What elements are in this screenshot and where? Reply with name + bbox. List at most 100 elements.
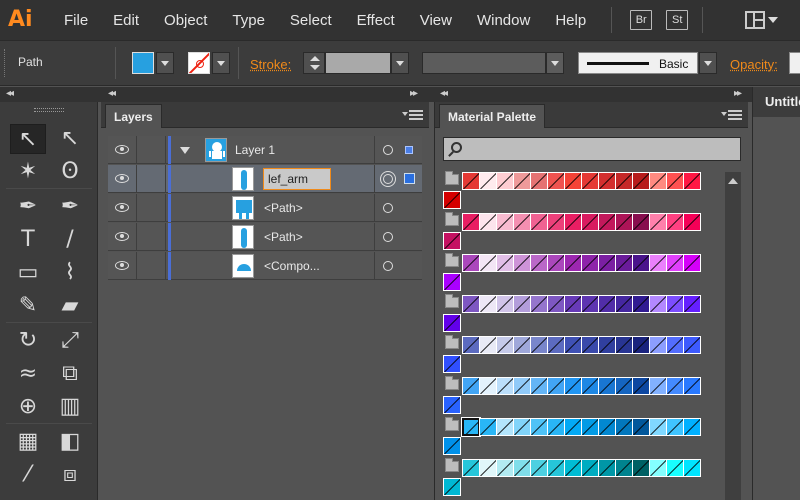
- color-swatch[interactable]: [564, 336, 582, 354]
- color-swatch[interactable]: [530, 418, 548, 436]
- visibility-toggle[interactable]: [108, 165, 137, 193]
- color-swatch[interactable]: [513, 336, 531, 354]
- color-swatch[interactable]: [513, 213, 531, 231]
- stroke-label[interactable]: Stroke:: [250, 57, 291, 72]
- color-swatch[interactable]: [479, 213, 497, 231]
- target-cell[interactable]: [374, 252, 422, 280]
- color-swatch[interactable]: [632, 254, 650, 272]
- color-swatch[interactable]: [666, 336, 684, 354]
- layer-row-parent[interactable]: Layer 1: [108, 136, 422, 164]
- eraser-tool[interactable]: ▰: [52, 291, 88, 321]
- color-swatch[interactable]: [462, 377, 480, 395]
- color-swatch[interactable]: [666, 459, 684, 477]
- color-swatch[interactable]: [666, 254, 684, 272]
- color-swatch[interactable]: [547, 459, 565, 477]
- color-swatch[interactable]: [683, 254, 701, 272]
- menu-edit[interactable]: Edit: [113, 12, 139, 29]
- color-swatch[interactable]: [649, 336, 667, 354]
- pen-tool[interactable]: ✒: [10, 192, 46, 222]
- color-swatch[interactable]: [479, 336, 497, 354]
- color-swatch[interactable]: [479, 172, 497, 190]
- panel-menu-icon[interactable]: [721, 110, 742, 120]
- visibility-toggle[interactable]: [108, 223, 137, 251]
- folder-icon[interactable]: [445, 376, 459, 390]
- line-segment-tool[interactable]: /: [52, 225, 88, 255]
- color-swatch[interactable]: [513, 377, 531, 395]
- menu-type[interactable]: Type: [232, 12, 265, 29]
- folder-icon[interactable]: [445, 417, 459, 431]
- color-swatch[interactable]: [530, 336, 548, 354]
- stroke-weight-stepper[interactable]: [303, 52, 325, 74]
- color-swatch[interactable]: [649, 172, 667, 190]
- color-swatch[interactable]: [615, 295, 633, 313]
- selection-indicator-icon[interactable]: [404, 173, 415, 184]
- color-swatch[interactable]: [547, 377, 565, 395]
- color-swatch[interactable]: [666, 377, 684, 395]
- folder-icon[interactable]: [445, 458, 459, 472]
- color-swatch[interactable]: [513, 295, 531, 313]
- folder-icon[interactable]: [445, 294, 459, 308]
- color-swatch[interactable]: [530, 295, 548, 313]
- brush-definition-field[interactable]: Basic: [578, 52, 698, 74]
- color-swatch[interactable]: [564, 172, 582, 190]
- lock-toggle[interactable]: [137, 252, 166, 280]
- visibility-toggle[interactable]: [108, 194, 137, 222]
- lasso-tool[interactable]: ʘ: [52, 157, 88, 187]
- target-cell[interactable]: [374, 194, 422, 222]
- magic-wand-tool[interactable]: ✶: [10, 157, 46, 187]
- color-swatch[interactable]: [479, 459, 497, 477]
- color-swatch[interactable]: [598, 295, 616, 313]
- color-swatch[interactable]: [598, 213, 616, 231]
- folder-icon[interactable]: [445, 171, 459, 185]
- color-swatch[interactable]: [564, 459, 582, 477]
- collapse-arrows-icon[interactable]: ◂◂: [6, 88, 14, 99]
- color-swatch[interactable]: [649, 377, 667, 395]
- rectangle-tool[interactable]: ▭: [10, 258, 46, 288]
- color-swatch[interactable]: [462, 213, 480, 231]
- target-icon[interactable]: [380, 171, 396, 187]
- color-swatch[interactable]: [615, 459, 633, 477]
- color-swatch[interactable]: [683, 459, 701, 477]
- blend-tool[interactable]: ⧈: [52, 460, 88, 490]
- layer-row[interactable]: lef_arm: [108, 165, 422, 193]
- lock-toggle[interactable]: [137, 223, 166, 251]
- lock-toggle[interactable]: [137, 194, 166, 222]
- color-swatch[interactable]: [443, 396, 461, 414]
- color-swatch[interactable]: [443, 355, 461, 373]
- width-tool[interactable]: ≈: [10, 359, 46, 389]
- eyedropper-tool[interactable]: ⁄: [10, 460, 46, 490]
- stock-button[interactable]: St: [666, 10, 689, 30]
- color-swatch[interactable]: [581, 295, 599, 313]
- color-swatch[interactable]: [598, 459, 616, 477]
- color-swatch[interactable]: [547, 213, 565, 231]
- lock-toggle[interactable]: [137, 165, 166, 193]
- color-swatch[interactable]: [462, 295, 480, 313]
- color-swatch[interactable]: [683, 172, 701, 190]
- fill-color-swatch[interactable]: [132, 52, 154, 74]
- panel-grip[interactable]: [4, 49, 7, 77]
- color-swatch[interactable]: [564, 254, 582, 272]
- visibility-toggle[interactable]: [108, 252, 137, 280]
- color-swatch[interactable]: [496, 295, 514, 313]
- color-swatch[interactable]: [632, 377, 650, 395]
- color-swatch[interactable]: [547, 254, 565, 272]
- color-swatch[interactable]: [564, 377, 582, 395]
- color-swatch[interactable]: [479, 254, 497, 272]
- workspace-switcher[interactable]: [745, 11, 779, 29]
- layer-name-input[interactable]: lef_arm: [263, 168, 331, 190]
- graph-tool[interactable]: ▥: [52, 392, 88, 422]
- color-swatch[interactable]: [479, 295, 497, 313]
- color-swatch[interactable]: [598, 418, 616, 436]
- color-swatch[interactable]: [615, 254, 633, 272]
- stroke-weight-dropdown[interactable]: [391, 52, 409, 74]
- direct-selection-tool[interactable]: ↖: [52, 124, 88, 154]
- color-swatch[interactable]: [443, 191, 461, 209]
- rotate-tool[interactable]: ↻: [10, 326, 46, 356]
- target-icon[interactable]: [383, 203, 393, 213]
- color-swatch[interactable]: [513, 172, 531, 190]
- color-swatch[interactable]: [615, 213, 633, 231]
- color-swatch[interactable]: [598, 336, 616, 354]
- color-swatch[interactable]: [581, 459, 599, 477]
- color-swatch[interactable]: [496, 377, 514, 395]
- color-swatch[interactable]: [581, 213, 599, 231]
